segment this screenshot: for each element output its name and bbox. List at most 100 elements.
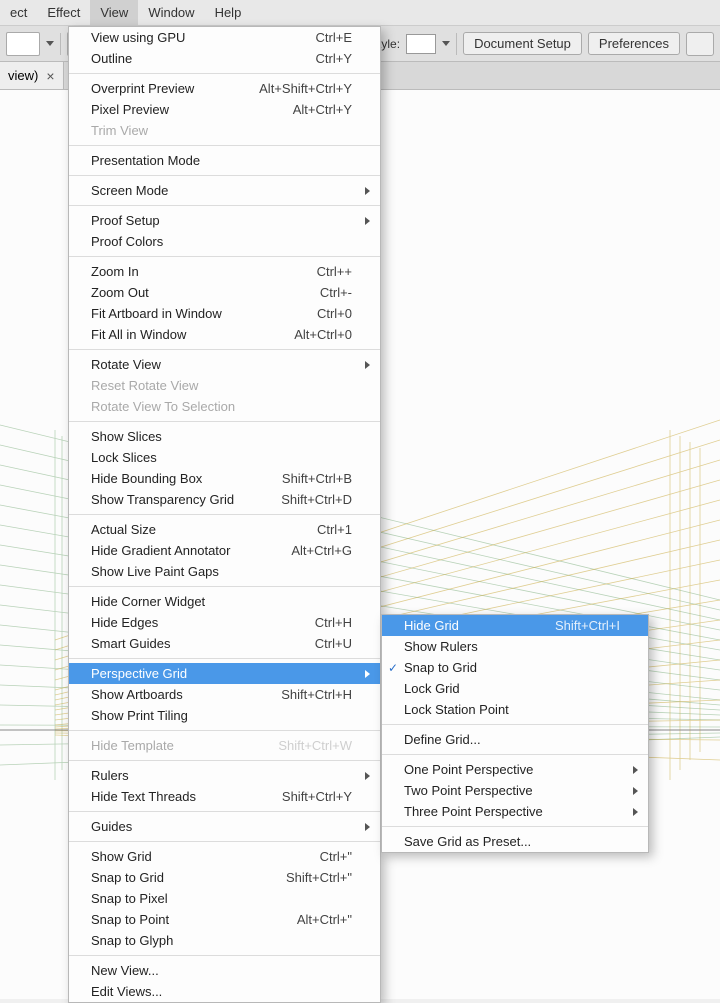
menu-item-outline[interactable]: OutlineCtrl+Y — [69, 48, 380, 69]
preferences-button[interactable]: Preferences — [588, 32, 680, 55]
menu-view[interactable]: View — [90, 0, 138, 25]
menu-item-zoom-out[interactable]: Zoom OutCtrl+- — [69, 282, 380, 303]
menu-item-rotate-view-to-selection: Rotate View To Selection — [69, 396, 380, 417]
menu-item-show-grid[interactable]: Show GridCtrl+" — [69, 846, 380, 867]
menu-item-smart-guides[interactable]: Smart GuidesCtrl+U — [69, 633, 380, 654]
menu-item-two-point-perspective[interactable]: Two Point Perspective — [382, 780, 648, 801]
application-menubar: ect Effect View Window Help — [0, 0, 720, 26]
menu-item-label: Two Point Perspective — [404, 783, 620, 798]
menu-item-shortcut: Ctrl++ — [317, 264, 352, 279]
menu-item-presentation-mode[interactable]: Presentation Mode — [69, 150, 380, 171]
menu-item-label: Edit Views... — [91, 984, 352, 999]
menu-item-show-rulers[interactable]: Show Rulers — [382, 636, 648, 657]
menu-item-proof-colors[interactable]: Proof Colors — [69, 231, 380, 252]
menu-item-label: Snap to Glyph — [91, 933, 352, 948]
menu-item-save-grid-as-preset[interactable]: Save Grid as Preset... — [382, 831, 648, 852]
chevron-right-icon — [365, 772, 370, 780]
menu-item-zoom-in[interactable]: Zoom InCtrl++ — [69, 261, 380, 282]
menu-item-label: Lock Grid — [404, 681, 620, 696]
menu-item-show-print-tiling[interactable]: Show Print Tiling — [69, 705, 380, 726]
menu-item-proof-setup[interactable]: Proof Setup — [69, 210, 380, 231]
menu-item-label: Fit Artboard in Window — [91, 306, 317, 321]
menu-item-show-artboards[interactable]: Show ArtboardsShift+Ctrl+H — [69, 684, 380, 705]
menu-item-three-point-perspective[interactable]: Three Point Perspective — [382, 801, 648, 822]
menu-item-label: Snap to Grid — [91, 870, 286, 885]
menu-item-shortcut: Alt+Ctrl+G — [291, 543, 352, 558]
menu-item-snap-to-glyph[interactable]: Snap to Glyph — [69, 930, 380, 951]
menu-item-shortcut: Ctrl+0 — [317, 306, 352, 321]
menu-item-hide-bounding-box[interactable]: Hide Bounding BoxShift+Ctrl+B — [69, 468, 380, 489]
menu-item-shortcut: Alt+Ctrl+" — [297, 912, 352, 927]
menu-item-screen-mode[interactable]: Screen Mode — [69, 180, 380, 201]
chevron-right-icon — [633, 808, 638, 816]
menu-item-rulers[interactable]: Rulers — [69, 765, 380, 786]
menu-item-label: Zoom Out — [91, 285, 320, 300]
menu-effect[interactable]: Effect — [37, 0, 90, 25]
menu-item-guides[interactable]: Guides — [69, 816, 380, 837]
close-icon[interactable]: × — [46, 68, 54, 84]
menu-item-label: Hide Edges — [91, 615, 315, 630]
menu-item-snap-to-grid[interactable]: Snap to GridShift+Ctrl+" — [69, 867, 380, 888]
menu-item-shortcut: Ctrl+H — [315, 615, 352, 630]
menu-item-lock-grid[interactable]: Lock Grid — [382, 678, 648, 699]
menu-item-label: Zoom In — [91, 264, 317, 279]
toolbar-divider — [60, 33, 61, 55]
menu-item-label: Outline — [91, 51, 316, 66]
menu-item-shortcut: Shift+Ctrl+" — [286, 870, 352, 885]
menu-item-one-point-perspective[interactable]: One Point Perspective — [382, 759, 648, 780]
chevron-right-icon — [365, 823, 370, 831]
menu-item-hide-corner-widget[interactable]: Hide Corner Widget — [69, 591, 380, 612]
chevron-right-icon — [365, 217, 370, 225]
menu-item-define-grid[interactable]: Define Grid... — [382, 729, 648, 750]
menu-item-lock-slices[interactable]: Lock Slices — [69, 447, 380, 468]
menu-item-new-view[interactable]: New View... — [69, 960, 380, 981]
menu-help[interactable]: Help — [205, 0, 252, 25]
menu-item-label: Rotate View To Selection — [91, 399, 352, 414]
menu-item-overprint-preview[interactable]: Overprint PreviewAlt+Shift+Ctrl+Y — [69, 78, 380, 99]
menu-item-hide-gradient-annotator[interactable]: Hide Gradient AnnotatorAlt+Ctrl+G — [69, 540, 380, 561]
menu-item-hide-text-threads[interactable]: Hide Text ThreadsShift+Ctrl+Y — [69, 786, 380, 807]
menu-item-rotate-view[interactable]: Rotate View — [69, 354, 380, 375]
menu-window[interactable]: Window — [138, 0, 204, 25]
document-tab[interactable]: view) × — [0, 62, 64, 89]
menu-item-shortcut: Ctrl+- — [320, 285, 352, 300]
menu-item-hide-grid[interactable]: Hide GridShift+Ctrl+I — [382, 615, 648, 636]
menu-item-snap-to-pixel[interactable]: Snap to Pixel — [69, 888, 380, 909]
menu-item-label: Lock Slices — [91, 450, 352, 465]
menu-item-lock-station-point[interactable]: Lock Station Point — [382, 699, 648, 720]
menu-item-label: Actual Size — [91, 522, 317, 537]
menu-item-trim-view: Trim View — [69, 120, 380, 141]
menu-item-snap-to-grid[interactable]: ✓Snap to Grid — [382, 657, 648, 678]
menu-item-actual-size[interactable]: Actual SizeCtrl+1 — [69, 519, 380, 540]
menu-item-perspective-grid[interactable]: Perspective Grid — [69, 663, 380, 684]
overflow-button[interactable] — [686, 32, 714, 56]
document-setup-button[interactable]: Document Setup — [463, 32, 582, 55]
menu-select-partial[interactable]: ect — [0, 0, 37, 25]
menu-item-pixel-preview[interactable]: Pixel PreviewAlt+Ctrl+Y — [69, 99, 380, 120]
menu-item-show-live-paint-gaps[interactable]: Show Live Paint Gaps — [69, 561, 380, 582]
menu-item-fit-all-in-window[interactable]: Fit All in WindowAlt+Ctrl+0 — [69, 324, 380, 345]
chevron-right-icon — [365, 361, 370, 369]
chevron-down-icon — [442, 41, 450, 46]
menu-item-label: Hide Gradient Annotator — [91, 543, 291, 558]
menu-item-show-slices[interactable]: Show Slices — [69, 426, 380, 447]
menu-item-snap-to-point[interactable]: Snap to PointAlt+Ctrl+" — [69, 909, 380, 930]
menu-item-label: Guides — [91, 819, 352, 834]
menu-item-label: Snap to Point — [91, 912, 297, 927]
style-swatch[interactable] — [406, 34, 436, 54]
menu-item-hide-edges[interactable]: Hide EdgesCtrl+H — [69, 612, 380, 633]
menu-item-label: Hide Template — [91, 738, 278, 753]
chevron-down-icon — [46, 41, 54, 46]
menu-item-show-transparency-grid[interactable]: Show Transparency GridShift+Ctrl+D — [69, 489, 380, 510]
menu-item-label: Rotate View — [91, 357, 352, 372]
menu-item-label: Show Live Paint Gaps — [91, 564, 352, 579]
menu-item-label: Perspective Grid — [91, 666, 352, 681]
menu-item-label: Show Slices — [91, 429, 352, 444]
chevron-right-icon — [633, 766, 638, 774]
menu-item-shortcut: Alt+Shift+Ctrl+Y — [259, 81, 352, 96]
menu-item-label: One Point Perspective — [404, 762, 620, 777]
tool-dropdown-1[interactable] — [6, 32, 40, 56]
menu-item-label: Hide Bounding Box — [91, 471, 282, 486]
menu-item-fit-artboard-in-window[interactable]: Fit Artboard in WindowCtrl+0 — [69, 303, 380, 324]
menu-item-view-using-gpu[interactable]: View using GPUCtrl+E — [69, 27, 380, 48]
